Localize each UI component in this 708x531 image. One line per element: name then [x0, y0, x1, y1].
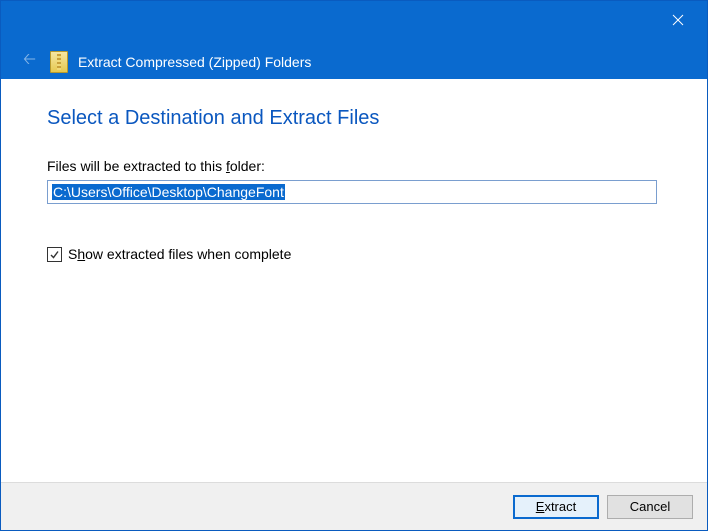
- destination-label: Files will be extracted to this folder:: [47, 158, 661, 174]
- checkmark-icon: [49, 249, 60, 260]
- back-arrow-icon: 🡠: [19, 46, 40, 77]
- cancel-label: Cancel: [630, 499, 670, 514]
- titlebar: 🡠 Extract Compressed (Zipped) Folders: [1, 1, 707, 79]
- label-post: older:: [230, 158, 265, 174]
- window-title: Extract Compressed (Zipped) Folders: [78, 54, 311, 70]
- cb-pre: S: [68, 246, 77, 262]
- content-area: Select a Destination and Extract Files F…: [1, 79, 707, 482]
- show-files-checkbox-row[interactable]: Show extracted files when complete: [47, 246, 661, 262]
- close-button[interactable]: [663, 9, 693, 31]
- label-pre: Files will be extracted to this: [47, 158, 226, 174]
- extract-post: xtract: [544, 499, 576, 514]
- cancel-button[interactable]: Cancel: [607, 495, 693, 519]
- extract-button[interactable]: Extract: [513, 495, 599, 519]
- zip-folder-icon: [50, 51, 68, 73]
- destination-path-value: C:\Users\Office\Desktop\ChangeFont: [52, 184, 285, 200]
- cb-post: ow extracted files when complete: [85, 246, 291, 262]
- extract-wizard-window: 🡠 Extract Compressed (Zipped) Folders Se…: [0, 0, 708, 531]
- footer-bar: Extract Cancel: [1, 482, 707, 530]
- show-files-checkbox[interactable]: [47, 247, 62, 262]
- close-icon: [672, 14, 684, 26]
- destination-path-input[interactable]: C:\Users\Office\Desktop\ChangeFont: [47, 180, 657, 204]
- page-heading: Select a Destination and Extract Files: [47, 107, 661, 130]
- extract-hotkey: E: [536, 499, 545, 514]
- cb-hotkey: h: [77, 246, 85, 262]
- header-row: 🡠 Extract Compressed (Zipped) Folders: [19, 46, 311, 77]
- show-files-label: Show extracted files when complete: [68, 246, 291, 262]
